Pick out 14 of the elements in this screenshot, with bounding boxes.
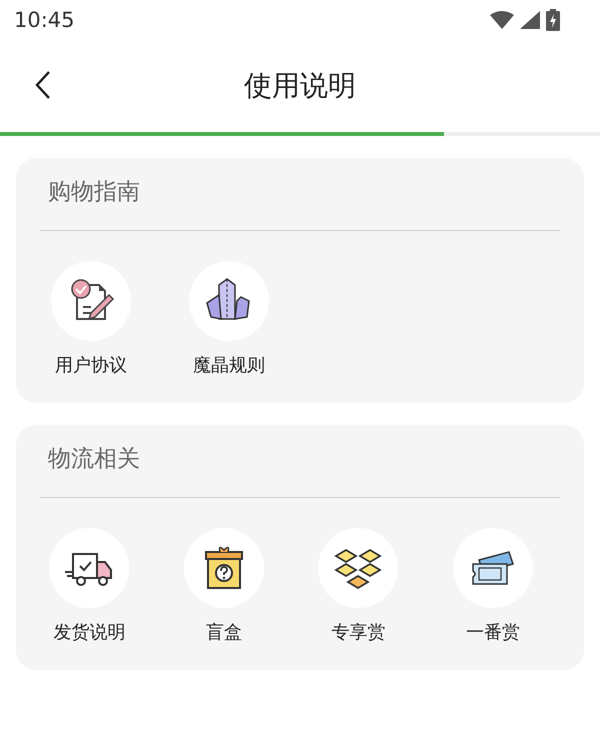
item-label: 盲盒 <box>206 621 242 644</box>
item-label: 用户协议 <box>55 354 127 377</box>
section-title: 购物指南 <box>47 178 141 207</box>
battery-charging-icon <box>546 9 560 31</box>
item-label: 一番赏 <box>466 621 520 644</box>
wifi-icon <box>490 11 514 29</box>
section-title: 物流相关 <box>47 445 141 474</box>
item-label: 发货说明 <box>53 621 126 644</box>
signal-icon <box>520 11 540 29</box>
item-label: 专享赏 <box>331 621 386 644</box>
back-button[interactable] <box>34 70 52 100</box>
status-time: 10:45 <box>14 8 75 32</box>
item-label: 魔晶规则 <box>193 354 265 377</box>
page-title: 使用说明 <box>244 68 356 104</box>
